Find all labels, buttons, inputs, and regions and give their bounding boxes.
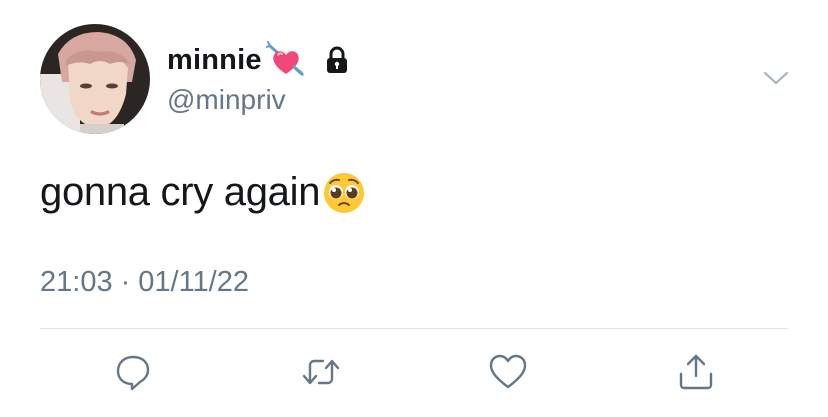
- reply-icon[interactable]: [113, 352, 153, 392]
- divider: [40, 328, 788, 329]
- timestamp-time: 21:03: [40, 266, 113, 298]
- like-icon[interactable]: [488, 352, 528, 392]
- tweet-text: gonna cry again: [40, 170, 366, 215]
- timestamp-separator: ·: [120, 266, 131, 298]
- heart-with-arrow-emoji-icon: [264, 40, 306, 80]
- user-handle[interactable]: @minpriv: [167, 84, 286, 116]
- tweet-body: gonna cry again: [40, 170, 321, 214]
- name-row: minnie: [167, 38, 352, 82]
- timestamp[interactable]: 21:03 · 01/11/22: [40, 266, 249, 299]
- pleading-face-emoji-icon: [322, 171, 366, 215]
- avatar[interactable]: [40, 24, 150, 134]
- display-name[interactable]: minnie: [167, 44, 262, 77]
- share-icon[interactable]: [676, 352, 716, 392]
- chevron-down-icon[interactable]: [762, 66, 790, 90]
- timestamp-date: 01/11/22: [138, 266, 249, 298]
- retweet-icon[interactable]: [301, 352, 341, 392]
- tweet-card: minnie @minpriv gonna cry again 21:03 · …: [0, 0, 828, 417]
- lock-icon: [322, 45, 352, 75]
